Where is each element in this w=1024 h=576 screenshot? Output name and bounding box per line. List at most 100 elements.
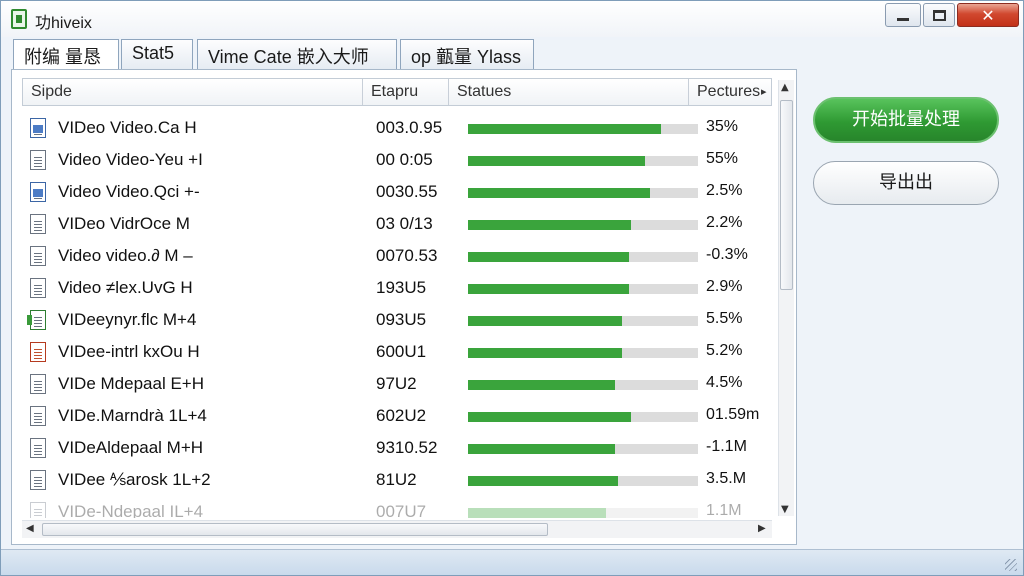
file-name: VIDe-Ndepaal IL+4 [58, 502, 204, 518]
file-duration: 093U5 [376, 310, 427, 329]
document-icon [30, 150, 46, 170]
progress-label: 5.5% [706, 310, 743, 327]
title-bar[interactable]: 功hiveix ✕ [1, 1, 1023, 37]
document-icon [30, 246, 46, 266]
table-row[interactable]: VIDee-intrl kxOu H 600U1 5.2% [22, 336, 772, 368]
document-icon [30, 214, 46, 234]
progress-label: 3.5.M [706, 470, 747, 487]
resize-grip-icon[interactable] [1005, 559, 1017, 571]
scroll-right-icon[interactable]: ▶ [758, 523, 766, 534]
scroll-down-icon[interactable]: ▼ [781, 504, 789, 515]
progress-bar-fill [468, 348, 623, 358]
scroll-up-icon[interactable]: ▲ [781, 82, 789, 93]
table-row[interactable]: VIDe Mdepaal E+H 97U2 4.5% [22, 368, 772, 400]
progress-bar-fill [468, 476, 618, 486]
status-bar [1, 549, 1023, 575]
video-file-icon [30, 182, 46, 202]
maximize-button[interactable] [923, 3, 955, 27]
progress-bar [468, 252, 698, 262]
chevron-right-icon[interactable]: ▸ [761, 85, 767, 98]
file-duration: 97U2 [376, 374, 417, 393]
file-duration: 0030.55 [376, 182, 438, 201]
table-row[interactable]: VIDeo VidrOce M 03 0/13 2.2% [22, 208, 772, 240]
file-duration: 03 0/13 [376, 214, 433, 233]
progress-label: 1.1M [706, 502, 742, 518]
file-duration: 81U2 [376, 470, 417, 489]
video-file-icon [30, 118, 46, 138]
column-header-status[interactable]: Statues [449, 79, 689, 105]
horizontal-scrollbar[interactable]: ◀ ▶ [22, 520, 772, 538]
maximize-icon [932, 9, 946, 21]
table-row[interactable]: VIDeAldepaal M+H 9310.52 -1.1M [22, 432, 772, 464]
list-header: Sipde Etapru Statues Pectures ▸ [22, 78, 772, 106]
document-icon [30, 406, 46, 426]
progress-label: 4.5% [706, 374, 743, 391]
progress-label: 35% [706, 118, 739, 135]
progress-label: 2.2% [706, 214, 743, 231]
file-name: VIDeo VidrOce M [58, 214, 190, 233]
file-name: Video video.∂ M – [58, 246, 193, 265]
document-icon [30, 374, 46, 394]
window-title: 功hiveix [35, 15, 92, 32]
red-file-icon [30, 342, 46, 362]
progress-bar-fill [468, 284, 629, 294]
progress-label: 2.9% [706, 278, 743, 295]
tab-ops[interactable]: op 㼿量 Ylass [400, 39, 534, 69]
file-name: VIDeo Video.Ca H [58, 118, 197, 137]
document-icon [30, 278, 46, 298]
column-header-duration[interactable]: Etapru [363, 79, 449, 105]
file-duration: 007U7 [376, 502, 427, 518]
document-icon [30, 470, 46, 490]
file-name: VIDe Mdepaal E+H [58, 374, 204, 393]
progress-bar [468, 220, 698, 230]
vertical-scroll-thumb[interactable] [780, 100, 793, 290]
minimize-button[interactable] [885, 3, 921, 27]
progress-bar [468, 124, 698, 134]
progress-label: 2.5% [706, 182, 743, 199]
tab-stats[interactable]: Stat5 [121, 39, 193, 69]
horizontal-scroll-thumb[interactable] [42, 523, 548, 536]
file-name: Video Video-Yeu +I [58, 150, 203, 169]
progress-bar [468, 156, 698, 166]
progress-bar-fill [468, 124, 662, 134]
document-icon [30, 438, 46, 458]
vertical-scrollbar[interactable]: ▲ ▼ [778, 80, 794, 516]
progress-bar [468, 508, 698, 518]
table-row[interactable]: Video video.∂ M – 0070.53 -0.3% [22, 240, 772, 272]
progress-bar [468, 284, 698, 294]
progress-label: -0.3% [706, 246, 748, 263]
file-duration: 602U2 [376, 406, 427, 425]
progress-bar [468, 348, 698, 358]
table-row[interactable]: VIDeo Video.Ca H 003.0.95 35% [22, 112, 772, 144]
document-icon [30, 502, 46, 518]
table-row[interactable]: Video Video-Yeu +I 00 0:05 55% [22, 144, 772, 176]
progress-bar-fill [468, 412, 632, 422]
start-batch-button[interactable]: 开始批量处理 [813, 97, 999, 143]
minimize-icon [897, 17, 909, 21]
app-icon [11, 9, 27, 29]
table-row[interactable]: Video ≠lex.UvG H 193U5 2.9% [22, 272, 772, 304]
tab-video-embed[interactable]: Vime Cate 嵌入大师 [197, 39, 397, 69]
close-button[interactable]: ✕ [957, 3, 1019, 27]
table-row[interactable]: VIDe-Ndepaal IL+4 007U7 1.1M [22, 496, 772, 518]
file-duration: 9310.52 [376, 438, 438, 457]
file-name: VIDee ⅍arosk 1L+2 [58, 470, 211, 489]
scroll-left-icon[interactable]: ◀ [26, 523, 34, 534]
column-header-name[interactable]: Sipde [23, 79, 363, 105]
file-name: VIDeAldepaal M+H [58, 438, 204, 457]
file-duration: 0070.53 [376, 246, 438, 265]
progress-bar [468, 316, 698, 326]
progress-label: 55% [706, 150, 739, 167]
table-row[interactable]: VIDe.Marndrà 1L+4 602U2 01.59m [22, 400, 772, 432]
progress-bar [468, 412, 698, 422]
table-row[interactable]: VIDeeynyr.flc M+4 093U5 5.5% [22, 304, 772, 336]
progress-bar-fill [468, 444, 616, 454]
tab-batch[interactable]: 附编 量恳 [13, 39, 119, 71]
export-button[interactable]: 导出出 [813, 161, 999, 205]
table-row[interactable]: Video Video.Qci +- 0030.55 2.5% [22, 176, 772, 208]
file-name: Video ≠lex.UvG H [58, 278, 193, 297]
progress-bar-fill [468, 380, 616, 390]
green-file-icon [27, 310, 46, 330]
file-list-panel: Sipde Etapru Statues Pectures ▸ VIDeo Vi… [11, 69, 797, 545]
table-row[interactable]: VIDee ⅍arosk 1L+2 81U2 3.5.M [22, 464, 772, 496]
